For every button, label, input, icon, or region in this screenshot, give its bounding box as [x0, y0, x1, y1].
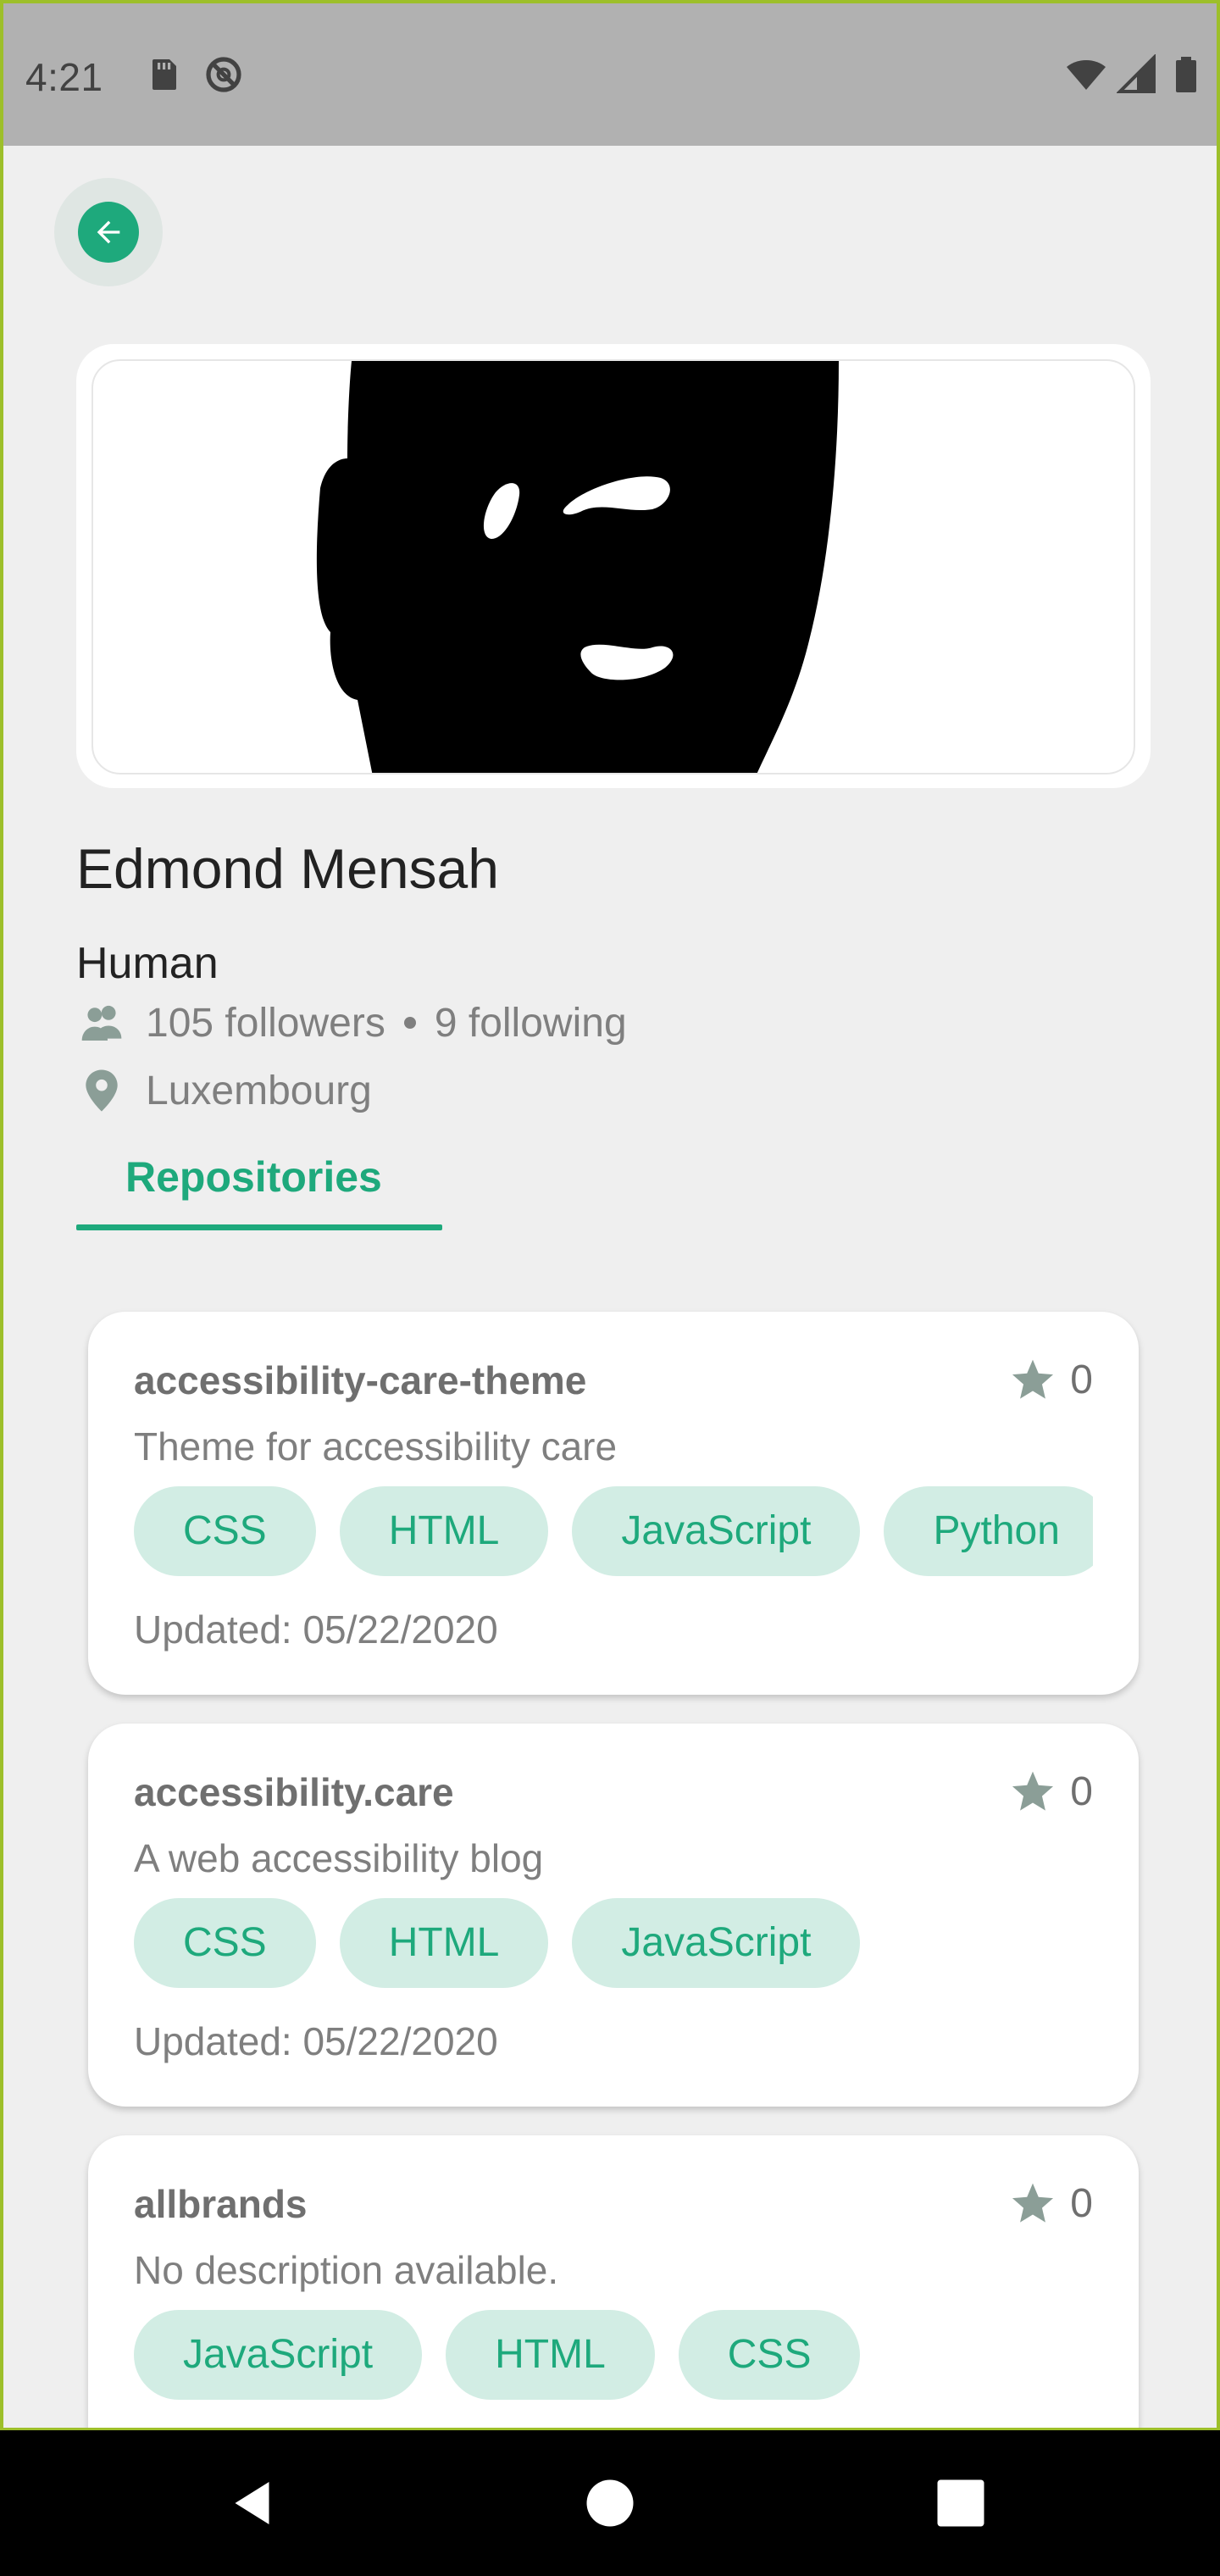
- do-not-disturb-icon: [206, 57, 241, 92]
- sd-card-icon: [152, 59, 176, 90]
- repo-description: No description available.: [134, 2248, 559, 2292]
- tab-indicator: [76, 1224, 442, 1230]
- followers-count[interactable]: 105 followers: [146, 1000, 385, 1046]
- repo-stars: 0: [1009, 1768, 1093, 1815]
- profile-bio: Human: [76, 939, 219, 988]
- avatar: [92, 359, 1135, 774]
- separator-dot: [403, 1017, 416, 1029]
- repo-name: allbrands: [134, 2182, 308, 2226]
- language-chips: JavaScript HTML CSS: [134, 2310, 1093, 2400]
- profile-content: Edmond Mensah Human 105 followers 9 foll…: [3, 146, 1217, 2428]
- following-count[interactable]: 9 following: [435, 1000, 627, 1046]
- star-icon: [1012, 2183, 1054, 2223]
- language-chip: HTML: [339, 1898, 549, 1988]
- signal-icon: [1117, 54, 1156, 93]
- repo-stars: 0: [1009, 2179, 1093, 2227]
- language-chips: CSS HTML JavaScript Python: [134, 1486, 1093, 1576]
- language-chip: JavaScript: [572, 1486, 861, 1576]
- language-chip: CSS: [134, 1486, 316, 1576]
- repo-description: A web accessibility blog: [134, 1836, 544, 1880]
- recents-nav-icon: [937, 2479, 984, 2527]
- repo-card[interactable]: allbrands 0 No description available. Ja…: [88, 2135, 1139, 2428]
- tab-label: Repositories: [125, 1153, 382, 1201]
- repo-stars: 0: [1009, 1356, 1093, 1403]
- back-button-circle: [78, 202, 139, 263]
- language-chip: Python: [884, 1486, 1093, 1576]
- status-bar: 4:21: [3, 3, 1217, 146]
- star-icon: [1012, 1771, 1054, 1811]
- profile-name: Edmond Mensah: [76, 837, 499, 900]
- app-screen: 4:21 Edmond Mensah Human 105 followers 9…: [0, 0, 1220, 2430]
- recents-nav-button[interactable]: [930, 2473, 991, 2534]
- repo-updated: Updated: 05/22/2020: [134, 2019, 498, 2063]
- status-time: 4:21: [25, 55, 103, 99]
- repo-name: accessibility.care: [134, 1770, 454, 1814]
- location-row: Luxembourg: [76, 1061, 372, 1120]
- repo-card[interactable]: accessibility.care 0 A web accessibility…: [88, 1724, 1139, 2107]
- home-nav-icon: [586, 2479, 634, 2527]
- location-text: Luxembourg: [146, 1068, 372, 1113]
- language-chip: HTML: [339, 1486, 549, 1576]
- repo-description: Theme for accessibility care: [134, 1424, 618, 1468]
- language-chip: HTML: [446, 2310, 655, 2400]
- language-chip: JavaScript: [572, 1898, 861, 1988]
- home-nav-button[interactable]: [580, 2473, 640, 2534]
- wifi-icon: [1067, 60, 1106, 90]
- arrow-left-icon: [97, 220, 120, 244]
- avatar-card: [76, 344, 1151, 788]
- avatar-image: [316, 361, 839, 773]
- navigation-bar: [0, 2430, 1220, 2576]
- people-icon: [76, 997, 127, 1048]
- language-chip: CSS: [678, 2310, 861, 2400]
- followers-row: 105 followers 9 following: [76, 993, 627, 1052]
- language-chip: CSS: [134, 1898, 316, 1988]
- repo-card[interactable]: accessibility-care-theme 0 Theme for acc…: [88, 1312, 1139, 1695]
- back-nav-button[interactable]: [224, 2473, 285, 2534]
- location-pin-icon: [76, 1065, 127, 1116]
- battery-icon: [1176, 57, 1196, 92]
- repo-updated: Updated: 05/22/2020: [134, 1607, 498, 1652]
- star-count: 0: [1070, 2180, 1093, 2226]
- back-button[interactable]: [54, 178, 163, 286]
- tab-repositories[interactable]: Repositories: [76, 1129, 442, 1230]
- back-nav-icon: [235, 2482, 269, 2524]
- star-icon: [1012, 1359, 1054, 1399]
- repo-name: accessibility-care-theme: [134, 1358, 587, 1402]
- star-count: 0: [1070, 1357, 1093, 1402]
- star-count: 0: [1070, 1768, 1093, 1814]
- language-chips: CSS HTML JavaScript: [134, 1898, 1093, 1988]
- language-chip: JavaScript: [134, 2310, 423, 2400]
